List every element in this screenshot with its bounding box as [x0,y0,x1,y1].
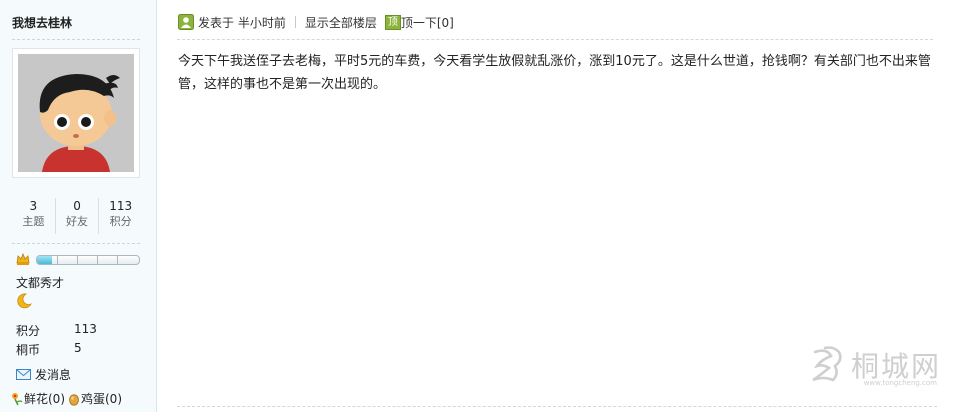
author-username[interactable]: 我想去桂林 [12,14,72,31]
level-progress-bar [36,255,140,265]
user-icon [178,14,194,30]
stat-topics-label: 主题 [22,215,45,228]
stat-topics-value: 3 [29,199,38,213]
flowers-count: 鲜花(0) [24,392,65,406]
avatar-image [18,54,134,172]
detail-coins-value: 5 [74,341,82,355]
detail-points-key: 积分 [16,324,41,338]
eggs-link[interactable]: 鸡蛋(0) [67,390,122,407]
separator [294,16,296,28]
flowers-link[interactable]: 鲜花(0) [10,390,65,407]
author-stats: 3 主题 0 好友 113 积分 [12,198,142,234]
stat-friends[interactable]: 0 好友 [56,198,100,234]
post-time: 发表于 半小时前 [198,15,286,30]
moon-icon [16,293,32,312]
level-segment [77,256,78,264]
level-progress-fill [37,256,53,264]
avatar[interactable] [12,48,140,178]
level-row [16,252,140,268]
stat-points-label: 积分 [109,215,132,228]
eggs-count: 鸡蛋(0) [81,392,122,406]
gift-row: 鲜花(0) 鸡蛋(0) [10,390,122,407]
stat-friends-value: 0 [73,199,81,213]
thumbs-up-icon: 顶 [384,14,401,30]
send-message-label: 发消息 [35,368,72,382]
top-post-link[interactable]: 顶一下[0] [401,14,454,31]
stat-points-value: 113 [109,199,133,213]
detail-coins-key: 桐币 [16,343,41,357]
show-all-floors-link[interactable]: 显示全部楼层 [305,14,377,31]
divider [177,39,933,40]
divider [177,406,937,407]
level-segment [117,256,118,264]
send-message-link[interactable]: 发消息 [16,366,71,383]
post-content: 今天下午我送侄子去老梅，平时5元的车费，今天看学生放假就乱涨价，涨到10元了。这… [178,54,931,92]
watermark-logo-icon [809,346,845,384]
egg-icon [69,393,79,406]
site-watermark: 桐城网 www.tongcheng.com [809,345,941,387]
divider [12,39,140,40]
post-header: 发表于 半小时前 显示全部楼层 顶 顶一下[0] [178,14,454,30]
stat-friends-label: 好友 [66,215,88,228]
divider [12,243,140,244]
watermark-url: www.tongcheng.com [863,379,937,387]
flower-icon [12,392,23,405]
stat-topics[interactable]: 3 主题 [12,198,56,234]
level-segment [97,256,98,264]
envelope-icon [16,369,31,380]
crown-icon [16,252,30,269]
detail-points: 积分 113 [16,322,97,339]
author-sidebar: 我想去桂林 3 主题 0 好友 113 积分 文都秀才 积分 113 桐币 5 … [0,0,157,412]
top-badge-label: 顶 [387,16,398,28]
author-rank: 文都秀才 [16,276,65,290]
detail-points-value: 113 [74,322,97,336]
level-segment [57,256,58,264]
detail-coins: 桐币 5 [16,341,82,358]
stat-points[interactable]: 113 积分 [99,198,142,234]
